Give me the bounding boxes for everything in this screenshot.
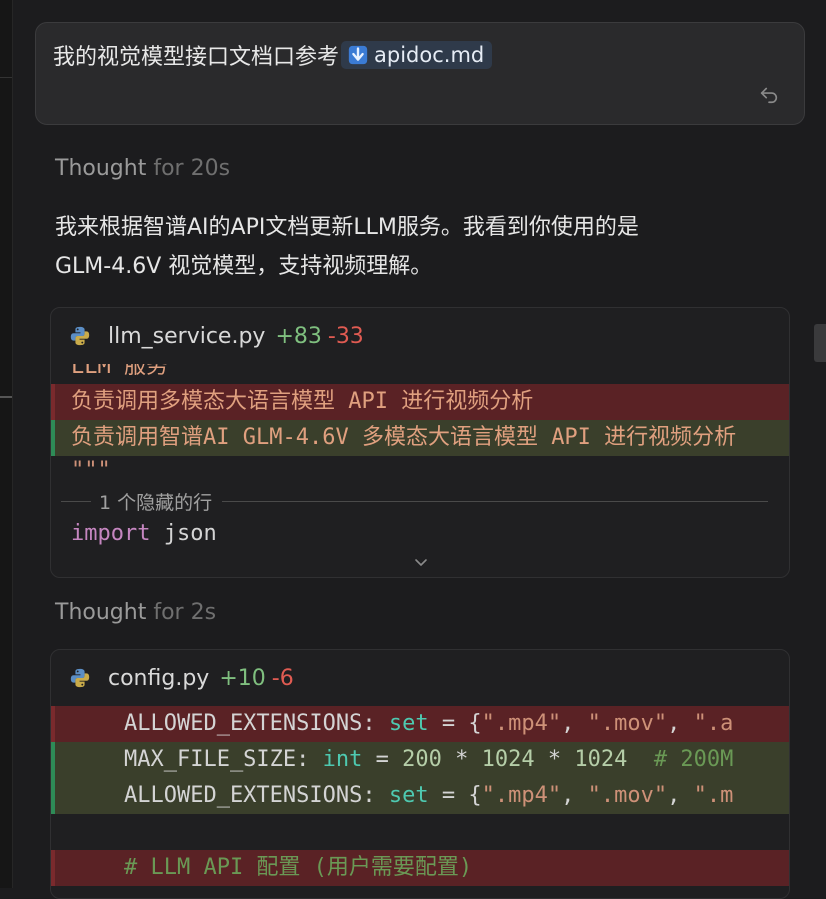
prompt-text-row: 我的视觉模型接口文档口参考 apidoc.md [53,39,493,71]
thought-indicator[interactable]: Thought for 20s [55,156,230,181]
diff-card-header[interactable]: config.py +10 -6 [51,650,789,706]
scrollbar-thumb[interactable] [814,324,826,362]
message-line: GLM-4.6V 视觉模型，支持视频理解。 [55,254,433,279]
message-line: 我来根据智谱AI的API文档更新LLM服务。我看到你使用的是 [55,215,639,240]
python-file-icon [70,326,90,346]
diff-filename: llm_service.py [108,323,266,349]
code-line-import: import json [51,516,789,552]
assistant-message: 我来根据智谱AI的API文档更新LLM服务。我看到你使用的是 GLM-4.6V … [55,208,775,286]
diff-card-config[interactable]: config.py +10 -6 ALLOWED_EXTENSIONS: set… [50,649,790,899]
prompt-text: 我的视觉模型接口文档口参考 [53,45,340,70]
attachment-chip[interactable]: apidoc.md [341,41,493,69]
diff-card-header[interactable]: llm_service.py +83 -33 [51,308,789,364]
code-line-partial: LLM 服务 [71,364,168,379]
code-line-docstring-end: """ [71,458,111,483]
lines-removed: -6 [271,665,294,691]
code-line-removed: ALLOWED_EXTENSIONS: set = {".mp4", ".mov… [51,706,789,742]
divider [222,500,769,502]
diff-body: ALLOWED_EXTENSIONS: set = {".mp4", ".mov… [51,706,789,886]
chevron-down-icon[interactable] [412,554,430,572]
thought-duration: for 2s [153,600,217,625]
code-line-added: 负责调用智谱AI GLM-4.6V 多模态大语言模型 API 进行视频分析 [51,420,789,456]
lines-added: +10 [219,665,266,691]
code-line-removed: 负责调用多模态大语言模型 API 进行视频分析 [51,384,789,420]
diff-filename: config.py [108,665,210,691]
lines-added: +83 [275,323,322,349]
scroll-marker [0,396,12,398]
code-line-added: MAX_FILE_SIZE: int = 200 * 1024 * 1024 #… [51,742,789,778]
undo-icon[interactable] [758,83,780,105]
divider [61,500,91,502]
diff-body: LLM 服务 负责调用多模态大语言模型 API 进行视频分析 负责调用智谱AI … [51,364,789,552]
code-line-added: ALLOWED_EXTENSIONS: set = {".mp4", ".mov… [51,778,789,814]
comment-text: # LLM API 配置 (用户需要配置) [123,855,473,880]
thought-indicator[interactable]: Thought for 2s [55,600,216,625]
keyword: import [71,521,151,546]
python-file-icon [70,668,90,688]
user-prompt[interactable]: 我的视觉模型接口文档口参考 apidoc.md [35,22,805,125]
hidden-lines-divider[interactable]: 1 个隐藏的行 [51,486,789,516]
code-line-removed: # LLM API 配置 (用户需要配置) [51,850,789,886]
divider [0,77,12,78]
module-name: json [163,521,217,546]
thought-label: Thought [55,156,147,181]
thought-label: Thought [55,600,147,625]
hidden-lines-label: 1 个隐藏的行 [99,491,213,514]
download-arrow-icon [348,45,368,65]
attachment-name: apidoc.md [374,43,485,67]
thought-duration: for 20s [153,156,231,181]
lines-removed: -33 [327,323,364,349]
diff-card-llm-service[interactable]: llm_service.py +83 -33 LLM 服务 负责调用多模态大语言… [50,307,790,578]
left-edge-panel [0,0,13,888]
